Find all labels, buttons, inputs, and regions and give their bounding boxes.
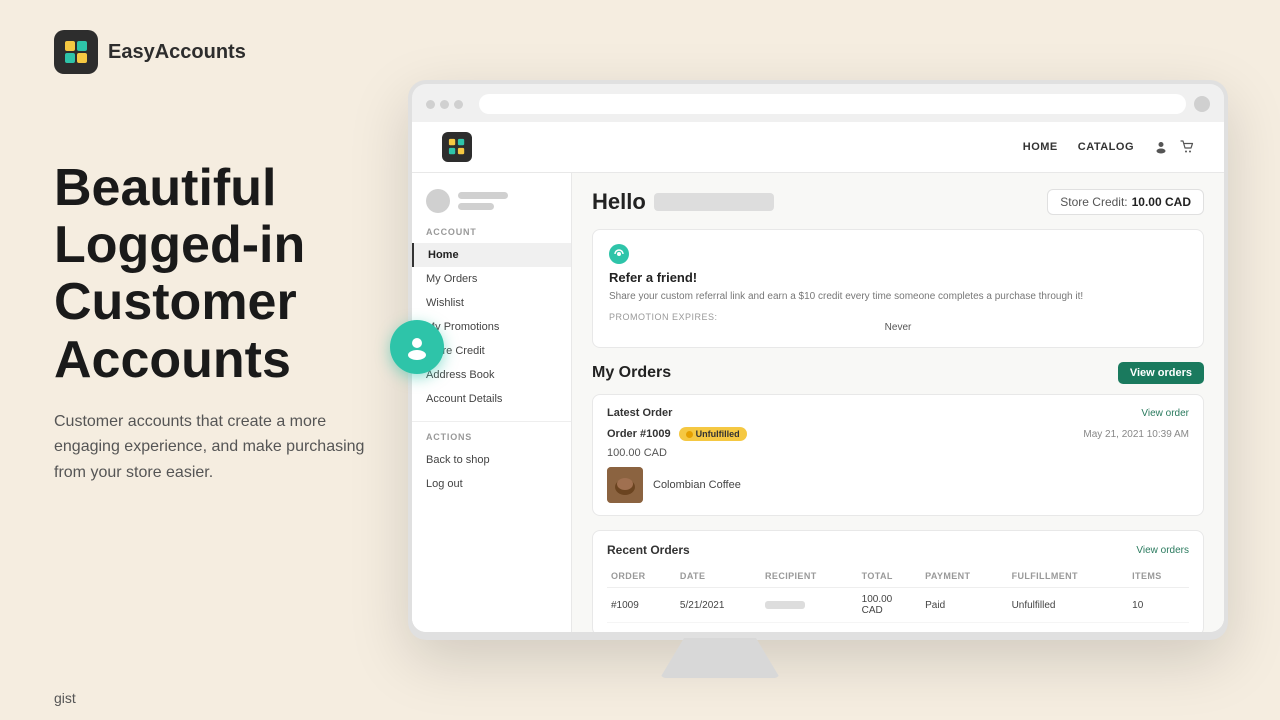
referral-title: Refer a friend!	[609, 270, 1187, 285]
order-number: Order #1009	[607, 428, 671, 440]
product-thumbnail	[607, 467, 643, 503]
referral-expires-label: Promotion Expires:	[609, 312, 1187, 322]
browser-dot-red	[426, 100, 435, 109]
store-credit-label: Store Credit:	[1060, 195, 1127, 209]
user-name-placeholder	[654, 193, 774, 211]
store-credit-badge: Store Credit: 10.00 CAD	[1047, 189, 1204, 215]
cell-items: 10	[1128, 588, 1189, 623]
sidebar-name-lines	[458, 192, 508, 210]
order-date: May 21, 2021 10:39 AM	[1083, 429, 1189, 440]
col-total: TOTAL	[858, 567, 922, 588]
right-panel: Hello Store Credit: 10.00 CAD	[572, 173, 1224, 632]
sidebar-name-line-2	[458, 203, 494, 210]
col-fulfillment: FULFILLMENT	[1008, 567, 1129, 588]
order-status-badge: Unfulfilled	[679, 427, 747, 441]
view-order-link[interactable]: View order	[1141, 408, 1189, 419]
store-logo	[442, 132, 472, 162]
my-orders-header: My Orders View orders	[592, 362, 1204, 384]
left-content: Beautiful Logged-in Customer Accounts Cu…	[54, 160, 394, 486]
app-logo-icon	[54, 30, 98, 74]
col-date: DATE	[676, 567, 761, 588]
cell-date: 5/21/2021	[676, 588, 761, 623]
monitor-frame: HOME CATALOG	[408, 80, 1228, 640]
sidebar-item-wishlist[interactable]: Wishlist	[412, 291, 571, 315]
browser-icons	[1194, 96, 1210, 112]
recent-orders-header: Recent Orders View orders	[607, 543, 1189, 557]
referral-card: Refer a friend! Share your custom referr…	[592, 229, 1204, 348]
hello-label: Hello	[592, 189, 646, 215]
monitor-stand	[660, 638, 780, 678]
sidebar-avatar	[426, 189, 450, 213]
sidebar-item-account-details[interactable]: Account Details	[412, 387, 571, 411]
view-recent-orders-link[interactable]: View orders	[1136, 545, 1189, 556]
nav-catalog[interactable]: CATALOG	[1078, 141, 1134, 153]
app-logo-text: EasyAccounts	[108, 41, 246, 64]
user-icon[interactable]	[1154, 140, 1168, 154]
floating-avatar-button[interactable]	[390, 320, 444, 374]
sidebar-item-log-out[interactable]: Log out	[412, 472, 571, 496]
referral-icon	[609, 244, 629, 264]
table-row: #1009 5/21/2021 100.00CAD Paid Unfulfill…	[607, 588, 1189, 623]
hello-row: Hello Store Credit: 10.00 CAD	[592, 189, 1204, 215]
product-name: Colombian Coffee	[653, 479, 741, 491]
sidebar-profile	[412, 189, 571, 227]
store-nav-icons	[1154, 140, 1194, 154]
gist-label: gist	[54, 690, 76, 706]
browser-chrome	[412, 84, 1224, 122]
sidebar-item-home[interactable]: Home	[412, 243, 571, 267]
sidebar-divider	[412, 421, 571, 422]
col-order: ORDER	[607, 567, 676, 588]
recipient-placeholder	[765, 601, 805, 609]
sidebar-item-my-orders[interactable]: My Orders	[412, 267, 571, 291]
browser-dot-yellow	[440, 100, 449, 109]
store-navbar: HOME CATALOG	[412, 122, 1224, 173]
page-description: Customer accounts that create a more eng…	[54, 409, 394, 486]
page-title: Beautiful Logged-in Customer Accounts	[54, 160, 394, 389]
view-orders-button[interactable]: View orders	[1118, 362, 1204, 384]
status-icon	[686, 431, 693, 438]
referral-expires-value: Never	[609, 322, 1187, 333]
order-total: 100.00 CAD	[607, 447, 1189, 459]
store-main: ACCOUNT Home My Orders Wishlist My Promo…	[412, 173, 1224, 632]
sidebar: ACCOUNT Home My Orders Wishlist My Promo…	[412, 173, 572, 632]
browser-address-bar[interactable]	[479, 94, 1186, 114]
latest-order-title: Latest Order	[607, 407, 672, 419]
cart-icon[interactable]	[1180, 140, 1194, 154]
sidebar-item-back-to-shop[interactable]: Back to shop	[412, 448, 571, 472]
col-items: ITEMS	[1128, 567, 1189, 588]
sidebar-section-account: ACCOUNT	[412, 227, 571, 243]
cell-order: #1009	[607, 588, 676, 623]
browser-action-icon	[1194, 96, 1210, 112]
browser-body: HOME CATALOG	[412, 122, 1224, 632]
sidebar-name-line-1	[458, 192, 508, 199]
order-product-row: Colombian Coffee	[607, 467, 1189, 503]
col-payment: PAYMENT	[921, 567, 1007, 588]
store-credit-amount: 10.00 CAD	[1132, 195, 1191, 209]
nav-home[interactable]: HOME	[1023, 141, 1058, 153]
browser-dots	[426, 100, 463, 109]
hello-greeting: Hello	[592, 189, 774, 215]
app-logo: EasyAccounts	[54, 30, 246, 74]
order-status-label: Unfulfilled	[696, 429, 740, 439]
latest-order-header: Latest Order View order	[607, 407, 1189, 419]
bottom-gist-text: gist	[54, 690, 76, 706]
sidebar-item-address-book[interactable]: Address Book	[412, 363, 571, 387]
my-orders-title: My Orders	[592, 364, 671, 382]
cell-payment: Paid	[921, 588, 1007, 623]
recent-orders-title: Recent Orders	[607, 543, 690, 557]
referral-description: Share your custom referral link and earn…	[609, 289, 1187, 304]
cell-recipient	[761, 588, 858, 623]
browser-dot-green	[454, 100, 463, 109]
cell-fulfillment: Unfulfilled	[1008, 588, 1129, 623]
table-header-row: ORDER DATE RECIPIENT TOTAL PAYMENT FULFI…	[607, 567, 1189, 588]
cell-total: 100.00CAD	[858, 588, 922, 623]
orders-table: ORDER DATE RECIPIENT TOTAL PAYMENT FULFI…	[607, 567, 1189, 623]
recent-orders-card: Recent Orders View orders ORDER DATE REC…	[592, 530, 1204, 632]
sidebar-section-actions: ACTIONS	[412, 432, 571, 448]
latest-order-card: Latest Order View order Order #1009 Unfu…	[592, 394, 1204, 516]
store-nav-links: HOME CATALOG	[1023, 140, 1194, 154]
order-info-row: Order #1009 Unfulfilled May 21, 2021 10:…	[607, 427, 1189, 441]
col-recipient: RECIPIENT	[761, 567, 858, 588]
